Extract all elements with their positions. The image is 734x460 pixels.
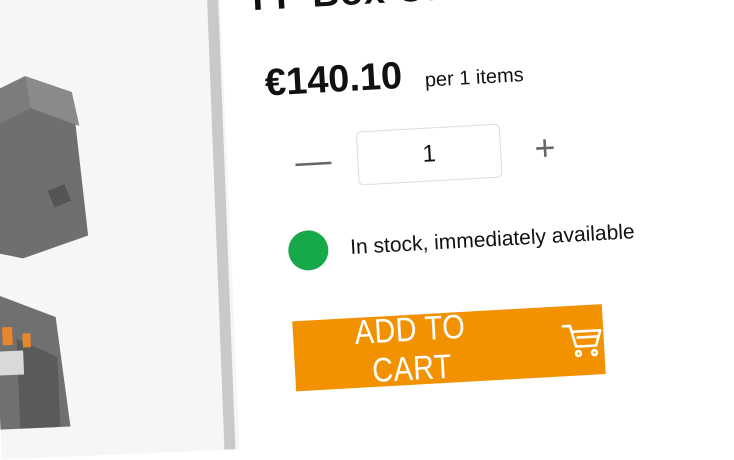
price-unit: per 1 items <box>424 64 525 92</box>
add-to-cart-label: ADD TO CART <box>353 307 467 391</box>
increment-button[interactable]: + <box>524 126 566 169</box>
stock-status-text: In stock, immediately available <box>349 220 636 260</box>
product-details: FP Box ON/OFF ´ €140.10 per 1 items — + … <box>236 0 734 429</box>
price-row: €140.10 per 1 items <box>264 48 525 105</box>
quantity-stepper: — + <box>292 120 567 189</box>
stock-status: In stock, immediately available <box>287 212 636 272</box>
cart-icon <box>561 324 602 358</box>
stock-indicator-icon <box>287 229 330 272</box>
product-image-panel <box>0 0 240 460</box>
quantity-input[interactable] <box>355 123 503 186</box>
decrement-button[interactable]: — <box>292 139 334 182</box>
product-price: €140.10 <box>263 54 404 105</box>
product-title: FP Box ON/OFF <box>251 0 544 20</box>
product-image[interactable] <box>0 0 240 460</box>
add-to-cart-button[interactable]: ADD TO CART <box>292 304 606 392</box>
